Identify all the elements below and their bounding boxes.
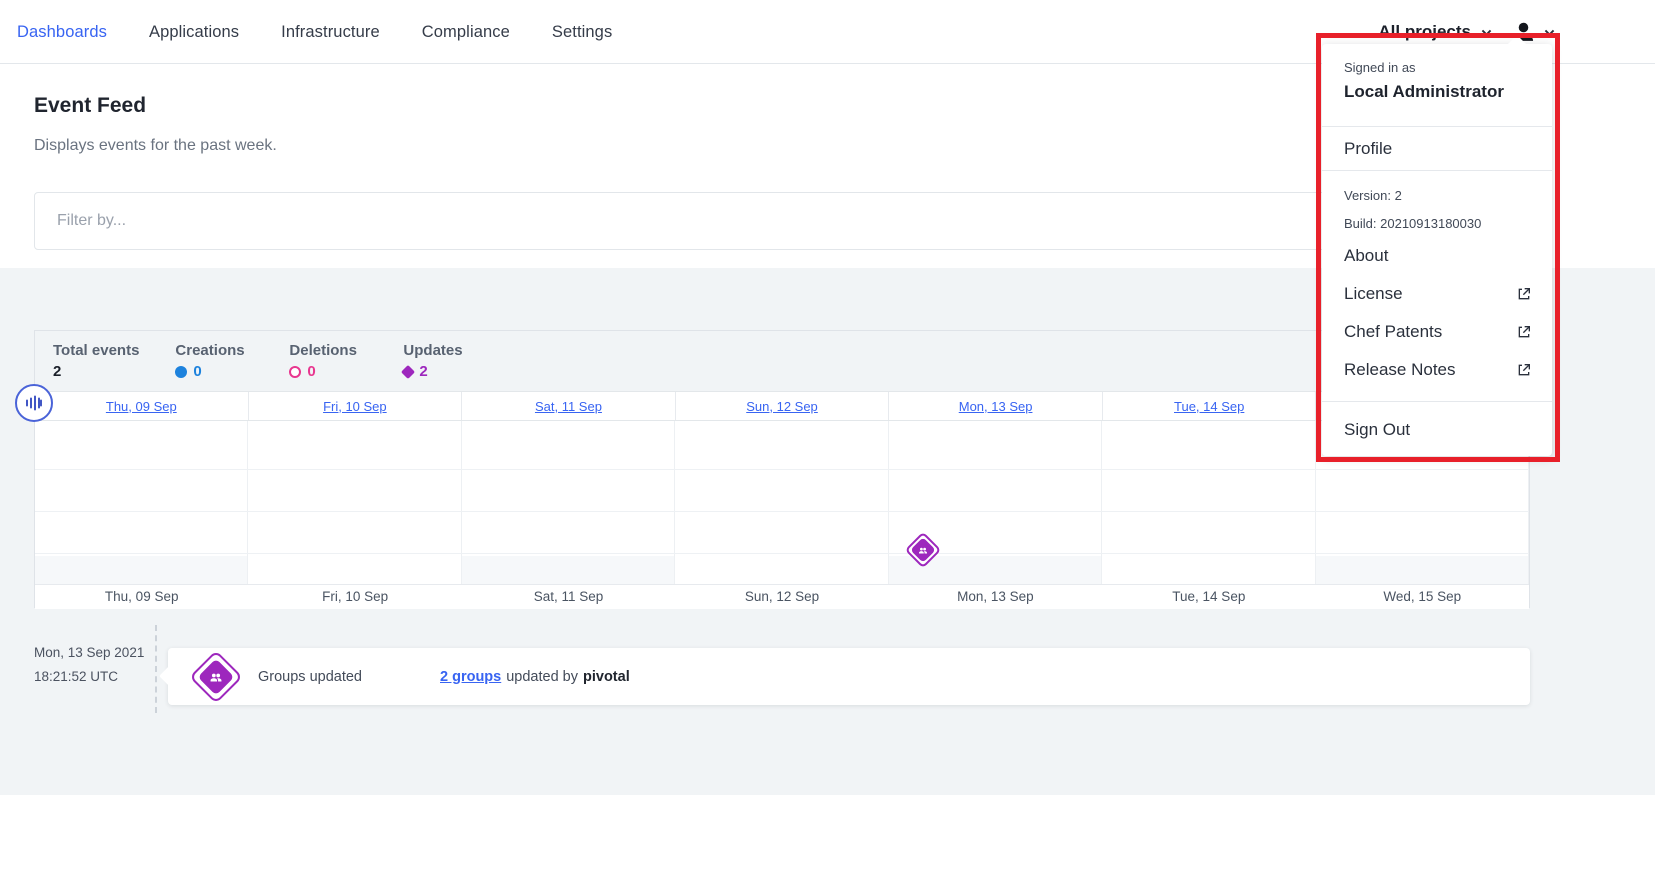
group-people-icon xyxy=(209,669,224,684)
event-stats-row: Total events 2 Creations 0 Deletions 0 U… xyxy=(35,331,1529,391)
timeline-day-label-row: Thu, 09 Sep Fri, 10 Sep Sat, 11 Sep Sun,… xyxy=(35,584,1529,609)
projects-filter-label: All projects xyxy=(1378,22,1471,42)
stat-creations: Creations 0 xyxy=(175,342,253,380)
timeline-column xyxy=(1102,421,1315,584)
app-root: Dashboards Applications Infrastructure C… xyxy=(0,0,1655,872)
event-marker-groups-icon[interactable] xyxy=(910,537,942,569)
signed-in-as-label: Signed in as xyxy=(1344,60,1530,75)
event-detail-text: updated by xyxy=(506,669,578,685)
chevron-down-icon xyxy=(1480,26,1493,39)
day-link-thu-09[interactable]: Thu, 09 Sep xyxy=(106,399,177,414)
timeline-column xyxy=(675,421,888,584)
day-link-sat-11[interactable]: Sat, 11 Sep xyxy=(535,399,602,414)
stat-label: Deletions xyxy=(289,342,367,359)
day-link-fri-10[interactable]: Fri, 10 Sep xyxy=(323,399,387,414)
filter-input[interactable] xyxy=(34,192,1530,250)
menu-info-section: Version: 2 Build: 20210913180030 About L… xyxy=(1322,171,1552,402)
stat-label: Total events xyxy=(53,342,139,359)
day-link-sun-12[interactable]: Sun, 12 Sep xyxy=(746,399,818,414)
stat-value: 0 xyxy=(193,363,201,380)
menu-item-release-notes[interactable]: Release Notes xyxy=(1322,351,1552,389)
timeline-grid xyxy=(35,421,1529,584)
groups-update-icon xyxy=(189,650,243,704)
timeline-column xyxy=(248,421,461,584)
event-groups-link[interactable]: 2 groups xyxy=(440,669,501,685)
version-label: Version: 2 xyxy=(1322,181,1552,209)
stat-value: 2 xyxy=(419,363,427,380)
day-label: Thu, 09 Sep xyxy=(35,585,248,609)
nav-settings[interactable]: Settings xyxy=(552,23,612,42)
external-link-icon xyxy=(1516,324,1532,340)
signed-in-section: Signed in as Local Administrator xyxy=(1322,44,1552,127)
menu-item-profile[interactable]: Profile xyxy=(1322,127,1552,171)
nav-dashboards[interactable]: Dashboards xyxy=(17,23,107,42)
stat-label: Creations xyxy=(175,342,253,359)
creations-dot-icon xyxy=(175,366,187,378)
day-label: Wed, 15 Sep xyxy=(1316,585,1529,609)
release-notes-label: Release Notes xyxy=(1344,360,1456,380)
menu-item-chef-patents[interactable]: Chef Patents xyxy=(1322,313,1552,351)
menu-item-license[interactable]: License xyxy=(1322,275,1552,313)
timeline-view-toggle-button[interactable] xyxy=(15,384,53,422)
day-link-mon-13[interactable]: Mon, 13 Sep xyxy=(959,399,1033,414)
event-card: Groups updated 2 groups updated by pivot… xyxy=(168,648,1530,705)
day-label: Mon, 13 Sep xyxy=(889,585,1102,609)
stat-deletions: Deletions 0 xyxy=(289,342,367,380)
stat-value: 0 xyxy=(307,363,315,380)
nav-applications[interactable]: Applications xyxy=(149,23,239,42)
day-label: Fri, 10 Sep xyxy=(248,585,461,609)
menu-item-about[interactable]: About xyxy=(1322,237,1552,275)
event-timestamp: Mon, 13 Sep 2021 18:21:52 UTC xyxy=(34,641,144,689)
event-title: Groups updated xyxy=(258,669,440,685)
menu-item-sign-out[interactable]: Sign Out xyxy=(1322,402,1552,457)
chevron-down-icon xyxy=(1543,26,1556,39)
timeline-day-header-row: Thu, 09 Sep Fri, 10 Sep Sat, 11 Sep Sun,… xyxy=(35,391,1529,421)
feed-timeline-rule xyxy=(155,625,157,713)
page-subtitle: Displays events for the past week. xyxy=(34,137,277,155)
external-link-icon xyxy=(1516,286,1532,302)
timeline-column xyxy=(35,421,248,584)
external-link-icon xyxy=(1516,362,1532,378)
projects-filter-dropdown[interactable]: All projects xyxy=(1378,22,1493,42)
page-title: Event Feed xyxy=(34,94,146,118)
day-label: Tue, 14 Sep xyxy=(1102,585,1315,609)
event-actor: pivotal xyxy=(583,669,630,685)
event-date: Mon, 13 Sep 2021 xyxy=(34,641,144,665)
license-label: License xyxy=(1344,284,1403,304)
primary-nav: Dashboards Applications Infrastructure C… xyxy=(17,0,612,64)
dropdown-caret xyxy=(1506,35,1528,46)
stat-value: 2 xyxy=(53,363,139,380)
day-label: Sun, 12 Sep xyxy=(675,585,888,609)
event-time: 18:21:52 UTC xyxy=(34,665,144,689)
stat-updates: Updates 2 xyxy=(403,342,481,380)
deletions-ring-icon xyxy=(289,366,301,378)
chef-patents-label: Chef Patents xyxy=(1344,322,1442,342)
stat-label: Updates xyxy=(403,342,481,359)
day-link-tue-14[interactable]: Tue, 14 Sep xyxy=(1174,399,1244,414)
day-label: Sat, 11 Sep xyxy=(462,585,675,609)
group-people-icon xyxy=(918,545,929,556)
about-label: About xyxy=(1344,246,1388,266)
timeline-column xyxy=(462,421,675,584)
signed-in-user-name: Local Administrator xyxy=(1344,82,1530,102)
nav-compliance[interactable]: Compliance xyxy=(422,23,510,42)
build-label: Build: 20210913180030 xyxy=(1322,209,1552,237)
event-timeline-card: Total events 2 Creations 0 Deletions 0 U… xyxy=(34,330,1530,608)
user-dropdown-menu: Signed in as Local Administrator Profile… xyxy=(1322,44,1552,456)
stat-total-events: Total events 2 xyxy=(53,342,139,380)
updates-diamond-icon xyxy=(401,364,415,378)
equalizer-icon xyxy=(24,393,44,413)
nav-infrastructure[interactable]: Infrastructure xyxy=(281,23,380,42)
